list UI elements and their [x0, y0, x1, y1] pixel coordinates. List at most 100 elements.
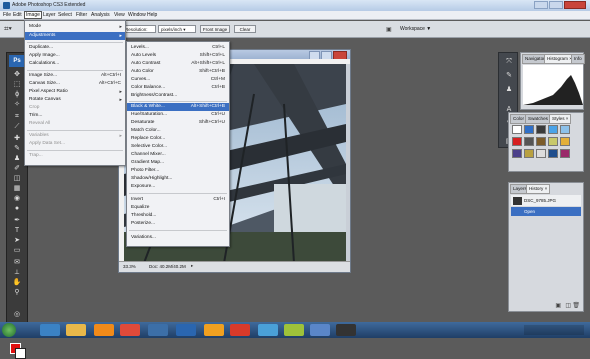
style-swatch[interactable] — [524, 137, 534, 146]
style-none-swatch[interactable] — [512, 125, 522, 134]
history-brush-icon[interactable]: ✐ — [11, 165, 23, 173]
adjust-selective-color[interactable]: Selective Color... — [127, 143, 229, 151]
image-menu-variables[interactable]: Variables ▸ — [25, 132, 125, 140]
image-menu-calculations[interactable]: Calculations... — [25, 60, 125, 68]
zoom-tool-icon[interactable]: ⚲ — [11, 289, 23, 297]
style-swatch[interactable] — [524, 149, 534, 158]
adjust-desaturate[interactable]: Desaturate Shift+Ctrl+U — [127, 119, 229, 127]
front-image-button[interactable]: Front Image — [200, 25, 230, 33]
image-menu-crop[interactable]: Crop — [25, 104, 125, 112]
menu-file[interactable]: File — [3, 12, 11, 18]
zoom-level[interactable]: 33.3% — [123, 264, 136, 269]
clone-stamp-icon[interactable]: ♟ — [11, 155, 23, 163]
style-swatch[interactable] — [536, 149, 546, 158]
quick-mask-icon[interactable]: ◎ — [11, 311, 23, 319]
app2-taskbar-icon[interactable] — [258, 324, 278, 336]
crop-icon[interactable]: ⌗ — [11, 113, 23, 121]
menu-window[interactable]: Window — [128, 12, 146, 18]
image-menu-pixel-aspect-ratio[interactable]: Pixel Aspect Ratio ▸ — [25, 88, 125, 96]
image-menu-trap[interactable]: Trap... — [25, 152, 125, 160]
adjust-replace-color[interactable]: Replace Color... — [127, 135, 229, 143]
image-menu-duplicate[interactable]: Duplicate... — [25, 44, 125, 52]
move-tool-icon[interactable]: ✥ — [11, 71, 23, 79]
adjust-brightness-contrast[interactable]: Brightness/Contrast... — [127, 92, 229, 100]
app-taskbar-icon[interactable] — [148, 324, 168, 336]
tab-swatches[interactable]: Swatches — [525, 114, 551, 124]
pdf-taskbar-icon[interactable] — [230, 324, 250, 336]
menu-filter[interactable]: Filter — [76, 12, 87, 18]
dodge-tool-icon[interactable]: ● — [11, 205, 23, 213]
start-button[interactable] — [2, 323, 16, 337]
adjust-hue-saturation[interactable]: Hue/Saturation... Ctrl+U — [127, 111, 229, 119]
brushes-icon[interactable]: ✎ — [503, 71, 515, 81]
adjust-color-balance[interactable]: Color Balance... Ctrl+B — [127, 84, 229, 92]
close-button[interactable] — [564, 1, 586, 9]
adjust-curves[interactable]: Curves... Ctrl+M — [127, 76, 229, 84]
office-taskbar-icon[interactable] — [204, 324, 224, 336]
slice-tool-icon[interactable]: ⟋ — [11, 123, 23, 131]
healing-brush-icon[interactable]: ✚ — [11, 135, 23, 143]
adjust-gradient-map[interactable]: Gradient Map... — [127, 159, 229, 167]
photoshop-taskbar-icon[interactable] — [176, 324, 196, 336]
adjust-auto-levels[interactable]: Auto Levels Shift+Ctrl+L — [127, 52, 229, 60]
style-swatch[interactable] — [524, 125, 534, 134]
magic-wand-tool-icon[interactable]: ✧ — [11, 101, 23, 109]
image-menu-trim[interactable]: Trim... — [25, 112, 125, 120]
menu-help[interactable]: Help — [147, 12, 157, 18]
tool-presets-icon[interactable]: ⤧ — [503, 57, 515, 67]
image-menu-canvas-size[interactable]: Canvas Size... Alt+Ctrl+C — [25, 80, 125, 88]
explorer-taskbar-icon[interactable] — [66, 324, 86, 336]
history-state-open[interactable]: Open — [511, 207, 581, 216]
style-swatch[interactable] — [560, 149, 570, 158]
clear-button[interactable]: Clear — [234, 25, 256, 33]
background-color-swatch[interactable] — [15, 348, 26, 359]
system-tray[interactable] — [524, 325, 584, 335]
menu-select[interactable]: Select — [58, 12, 72, 18]
marquee-tool-icon[interactable]: ⬚ — [11, 81, 23, 89]
style-swatch[interactable] — [536, 125, 546, 134]
maximize-button[interactable] — [549, 1, 563, 9]
style-swatch[interactable] — [512, 149, 522, 158]
image-menu-adjustments[interactable]: Adjustments ▸ — [25, 32, 125, 40]
menu-edit[interactable]: Edit — [13, 12, 22, 18]
image-menu-image-size[interactable]: Image Size... Alt+Ctrl+I — [25, 72, 125, 80]
pen-tool-icon[interactable]: ✒ — [11, 217, 23, 225]
trash-icon[interactable]: 🗑 — [572, 302, 580, 309]
adjust-variations[interactable]: Variations... — [127, 234, 229, 242]
notes-tool-icon[interactable]: ✉ — [11, 259, 23, 267]
minimize-button[interactable] — [534, 1, 548, 9]
clone-source-icon[interactable]: ♟ — [503, 85, 515, 95]
gradient-tool-icon[interactable]: ▦ — [11, 185, 23, 193]
bridge-icon[interactable]: ▣ — [386, 26, 392, 33]
image-menu-rotate-canvas[interactable]: Rotate Canvas ▸ — [25, 96, 125, 104]
history-snapshot[interactable]: DSC_9785.JPG — [511, 195, 581, 206]
menu-layer[interactable]: Layer — [43, 12, 56, 18]
adjust-equalize[interactable]: Equalize — [127, 204, 229, 212]
path-select-icon[interactable]: ➤ — [11, 237, 23, 245]
tab-history[interactable]: History × — [526, 184, 551, 194]
crop-tool-icon[interactable]: ⌗▾ — [4, 24, 12, 34]
image-menu-mode[interactable]: Mode ▸ — [25, 23, 125, 31]
ie-taskbar-icon[interactable] — [40, 324, 60, 336]
app3-taskbar-icon[interactable] — [284, 324, 304, 336]
brush-tool-icon[interactable]: ✎ — [11, 145, 23, 153]
app5-taskbar-icon[interactable] — [336, 324, 356, 336]
adjust-invert[interactable]: Invert Ctrl+I — [127, 196, 229, 204]
style-swatch[interactable] — [548, 137, 558, 146]
style-swatch[interactable] — [512, 137, 522, 146]
adjust-match-color[interactable]: Match Color... — [127, 127, 229, 135]
style-swatch[interactable] — [536, 137, 546, 146]
image-menu-apply-image[interactable]: Apply Image... — [25, 52, 125, 60]
style-swatch[interactable] — [548, 149, 558, 158]
adjust-shadow-highlight[interactable]: Shadow/Highlight... — [127, 175, 229, 183]
adjust-auto-color[interactable]: Auto Color Shift+Ctrl+B — [127, 68, 229, 76]
adjust-exposure[interactable]: Exposure... — [127, 183, 229, 191]
shape-tool-icon[interactable]: ▭ — [11, 247, 23, 255]
eyedropper-tool-icon[interactable]: ⟂ — [11, 269, 23, 277]
adjust-channel-mixer[interactable]: Channel Mixer... — [127, 151, 229, 159]
adjust-auto-contrast[interactable]: Auto Contrast Alt+Shift+Ctrl+L — [127, 60, 229, 68]
menu-analysis[interactable]: Analysis — [91, 12, 110, 18]
media-taskbar-icon[interactable] — [94, 324, 114, 336]
blur-tool-icon[interactable]: ◉ — [11, 195, 23, 203]
new-snapshot-icon[interactable]: ▣ — [555, 302, 561, 309]
